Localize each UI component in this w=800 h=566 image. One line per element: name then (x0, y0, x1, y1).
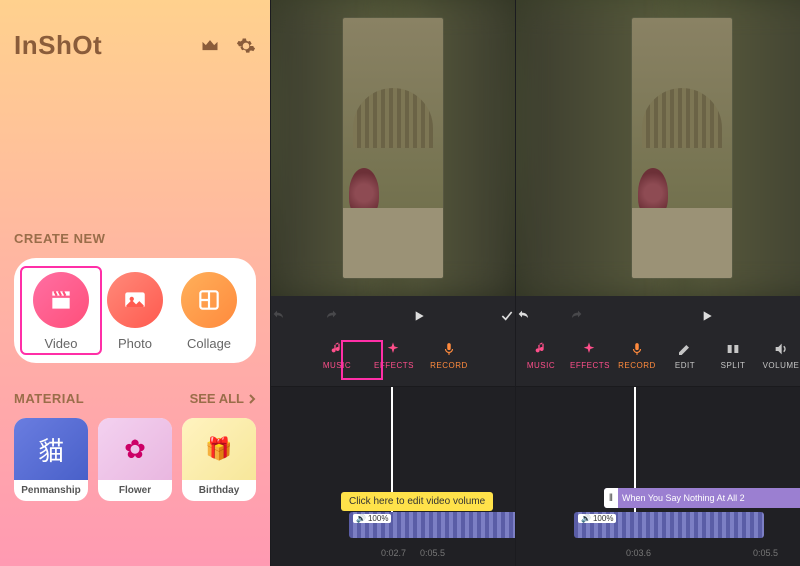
video-frame (632, 18, 732, 278)
create-photo-button[interactable]: Photo (98, 272, 172, 351)
speaker-icon (762, 340, 800, 358)
see-all-button[interactable]: SEE ALL (190, 391, 256, 406)
gear-icon[interactable] (236, 36, 256, 56)
create-video-button[interactable]: Video (24, 272, 98, 351)
undo-button[interactable] (516, 308, 532, 324)
tool-volume[interactable]: VOLUME (762, 340, 800, 370)
editor-panel-right: MUSIC EFFECTS RECORD EDIT SPLIT VOLUME (515, 0, 800, 566)
video-preview[interactable] (516, 0, 800, 296)
volume-hint[interactable]: Click here to edit video volume (341, 492, 493, 511)
volume-badge: 🔊 100% (353, 514, 391, 523)
play-button[interactable] (411, 308, 427, 324)
crown-icon[interactable] (200, 36, 220, 56)
audio-clip[interactable]: ‖ When You Say Nothing At All 2 (604, 488, 800, 508)
clip-handle[interactable]: ‖ (604, 488, 618, 508)
material-label: Birthday (182, 480, 256, 501)
audio-clip-title: When You Say Nothing At All 2 (622, 493, 745, 503)
tool-row: MUSIC EFFECTS RECORD (271, 336, 515, 386)
sidebar: InShOt CREATE NEW Video Photo (0, 0, 270, 566)
material-card-penmanship[interactable]: 貓 Penmanship (14, 418, 88, 501)
playback-row (271, 296, 515, 336)
timeline[interactable]: Click here to edit video volume 🔊 100% 0… (271, 386, 515, 566)
music-note-icon (522, 340, 560, 358)
tool-row: MUSIC EFFECTS RECORD EDIT SPLIT VOLUME (516, 336, 800, 386)
undo-icon[interactable] (271, 308, 287, 324)
sparkle-icon (570, 340, 608, 358)
mic-icon (430, 340, 468, 358)
create-new-card: Video Photo Collage (14, 258, 256, 363)
material-thumb: ✿ (98, 418, 172, 480)
brand-row: InShOt (14, 30, 256, 61)
video-preview[interactable] (271, 0, 515, 296)
editor-panel-left: MUSIC EFFECTS RECORD Click here to edit … (270, 0, 515, 566)
app-logo: InShOt (14, 30, 102, 61)
redo-icon[interactable] (323, 308, 339, 324)
timeline[interactable]: ‖ When You Say Nothing At All 2 🔊 100% 0… (516, 386, 800, 566)
chevron-right-icon (248, 394, 256, 404)
time-ruler: 0:03.60:05.5 (516, 548, 800, 558)
video-frame (343, 18, 443, 278)
playback-row (516, 296, 800, 336)
time-ruler: 0:02.70:05.5 (271, 548, 515, 558)
material-card-birthday[interactable]: 🎁 Birthday (182, 418, 256, 501)
split-icon (714, 340, 752, 358)
highlight-music (341, 340, 383, 380)
tool-split[interactable]: SPLIT (714, 340, 752, 370)
tool-record[interactable]: RECORD (430, 340, 468, 370)
confirm-icon[interactable] (499, 308, 515, 324)
redo-button[interactable] (568, 308, 584, 324)
create-label: Video (24, 336, 98, 351)
material-heading: MATERIAL (14, 391, 84, 406)
create-label: Photo (98, 336, 172, 351)
material-label: Flower (98, 480, 172, 501)
video-clip[interactable]: 🔊 100% (349, 512, 519, 538)
material-label: Penmanship (14, 480, 88, 501)
tool-effects[interactable]: EFFECTS (570, 340, 608, 370)
mic-icon (618, 340, 656, 358)
create-label: Collage (172, 336, 246, 351)
tool-edit[interactable]: EDIT (666, 340, 704, 370)
volume-badge: 🔊 100% (578, 514, 616, 523)
collage-icon (181, 272, 237, 328)
create-collage-button[interactable]: Collage (172, 272, 246, 351)
photo-icon (107, 272, 163, 328)
editor-area: MUSIC EFFECTS RECORD Click here to edit … (270, 0, 800, 566)
clapperboard-icon (33, 272, 89, 328)
material-card-flower[interactable]: ✿ Flower (98, 418, 172, 501)
tool-music[interactable]: MUSIC (522, 340, 560, 370)
tool-record[interactable]: RECORD (618, 340, 656, 370)
play-button[interactable] (699, 308, 715, 324)
video-clip[interactable]: 🔊 100% (574, 512, 764, 538)
create-new-heading: CREATE NEW (14, 231, 256, 246)
material-thumb: 貓 (14, 418, 88, 480)
material-list: 貓 Penmanship ✿ Flower 🎁 Birthday (14, 418, 256, 501)
pencil-icon (666, 340, 704, 358)
material-thumb: 🎁 (182, 418, 256, 480)
